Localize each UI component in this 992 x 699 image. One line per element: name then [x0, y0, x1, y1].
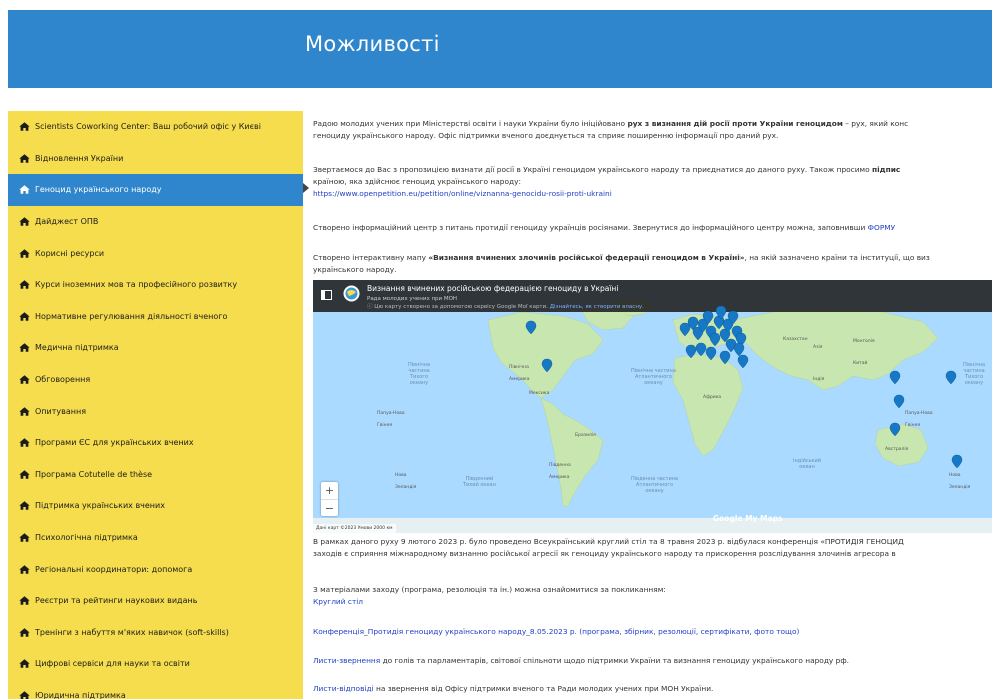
home-icon	[19, 375, 30, 384]
home-icon	[19, 312, 30, 321]
map-footer: Дані карт ©2023 Умови 2000 км	[313, 524, 396, 533]
sidebar-item-label: Тренінги з набуття м'яких навичок (soft-…	[35, 627, 229, 637]
home-icon	[19, 217, 30, 226]
home-icon	[19, 406, 30, 416]
letters-paragraph: Листи-звернення до голів та парламентарі…	[313, 656, 850, 665]
home-icon	[19, 185, 30, 195]
sidebar-item-label: Реєстри та рейтинги наукових видань	[35, 596, 198, 606]
sidebar-item[interactable]: Юридична підтримка	[8, 680, 303, 699]
sidebar-item-label: Scientists Coworking Center: Ваш робочий…	[35, 122, 261, 132]
sidebar-item[interactable]: Корисні ресурси	[8, 237, 303, 269]
events-paragraph-line1: В рамках даного руху 9 лютого 2023 р. бу…	[313, 537, 904, 546]
sidebar-item-label: Геноцид українського народу	[35, 185, 162, 195]
sidebar-item-label: Обговорення	[35, 375, 91, 385]
info-center-paragraph: Створено інформаційний центр з питань пр…	[313, 223, 896, 232]
map-intro-line1: Створено інтерактивну мапу «Визнання вчи…	[313, 253, 930, 262]
sidebar-item[interactable]: Реєстри та рейтинги наукових видань	[8, 585, 303, 617]
sidebar-item[interactable]: Психологічна підтримка	[8, 522, 303, 554]
sidebar-item[interactable]: Цифрові сервіси для науки та освіти	[8, 648, 303, 680]
sidebar-item[interactable]: Підтримка українських вчених	[8, 490, 303, 522]
home-icon	[19, 122, 30, 131]
sidebar-item[interactable]: Геноцид українського народу	[8, 174, 303, 206]
zoom-in-button[interactable]: +	[321, 482, 338, 500]
home-icon	[19, 628, 30, 637]
map-pins-layer	[525, 305, 963, 469]
sidebar-item-label: Дайджест ОПВ	[35, 217, 99, 227]
zoom-out-button[interactable]: −	[321, 500, 338, 517]
page-banner: Можливості	[8, 10, 992, 88]
map-pins	[525, 305, 963, 469]
home-icon	[19, 280, 30, 289]
sidebar-item[interactable]: Scientists Coworking Center: Ваш робочий…	[8, 111, 303, 143]
sidebar-item-label: Нормативне регулювання діяльності вченог…	[35, 311, 228, 321]
home-icon	[19, 470, 30, 479]
letters-link[interactable]: Листи-звернення	[313, 656, 380, 665]
appeal-paragraph-line2: країною, яка здійснює геноцид українсько…	[313, 177, 521, 186]
intro-paragraph-line2: геноциду українського народу. Офіс підтр…	[313, 131, 779, 140]
sidebar-item[interactable]: Тренінги з набуття м'яких навичок (soft-…	[8, 617, 303, 649]
home-icon	[19, 596, 30, 605]
sidebar-item-label: Регіональні координатори: допомога	[35, 564, 193, 574]
sidebar-item-label: Психологічна підтримка	[35, 533, 138, 543]
sidebar-item-label: Медична підтримка	[35, 343, 119, 353]
sidebar-nav: Scientists Coworking Center: Ваш робочий…	[8, 111, 303, 699]
appeal-paragraph-line1: Звертаємося до Вас з пропозицією визнати…	[313, 165, 901, 174]
sidebar-item[interactable]: Регіональні координатори: допомога	[8, 553, 303, 585]
map-zoom-control: + −	[321, 482, 338, 516]
sidebar-item-label: Цифрові сервіси для науки та освіти	[35, 659, 190, 669]
events-paragraph-line2: заходів є сприяння міжнародному визнанню…	[313, 549, 896, 558]
map-brand-logo: Google My Maps	[713, 514, 783, 523]
form-link[interactable]: ФОРМУ	[868, 223, 896, 232]
sidebar-item[interactable]: Опитування	[8, 395, 303, 427]
home-icon	[19, 501, 30, 511]
sidebar-item[interactable]: Медична підтримка	[8, 332, 303, 364]
sidebar-item-label: Курси іноземних мов та професійного розв…	[35, 280, 238, 290]
sidebar-item[interactable]: Курси іноземних мов та професійного розв…	[8, 269, 303, 301]
page-title: Можливості	[305, 32, 440, 56]
home-icon	[19, 154, 30, 163]
active-item-pointer	[303, 183, 309, 193]
sidebar-item-label: Програма Cotutelle de thèse	[35, 469, 153, 479]
round-table-link[interactable]: Круглий стіл	[313, 597, 363, 606]
sidebar-item[interactable]: Обговорення	[8, 364, 303, 396]
main-content: Радою молодих учених при Міністерстві ос…	[313, 118, 992, 699]
conference-link[interactable]: Конференція_Протидія геноциду українсько…	[313, 627, 799, 636]
sidebar-item-label: Юридична підтримка	[35, 690, 126, 699]
petition-link[interactable]: https://www.openpetition.eu/petition/onl…	[313, 189, 612, 198]
sidebar-item[interactable]: Програми ЄС для українських вчених	[8, 427, 303, 459]
sidebar-item[interactable]: Програма Cotutelle de thèse	[8, 459, 303, 491]
home-icon	[19, 659, 30, 669]
home-icon	[19, 248, 30, 258]
replies-paragraph: Листи-відповіді на звернення від Офісу п…	[313, 684, 714, 693]
materials-paragraph: З матеріалами заходу (програма, резолюці…	[313, 585, 666, 594]
map-intro-line2: українського народу.	[313, 265, 397, 274]
home-icon	[19, 533, 30, 542]
home-icon	[19, 438, 30, 447]
sidebar-item-label: Підтримка українських вчених	[35, 501, 165, 511]
sidebar-item-label: Програми ЄС для українських вчених	[35, 438, 194, 448]
home-icon	[19, 691, 30, 699]
sidebar-item[interactable]: Дайджест ОПВ	[8, 206, 303, 238]
home-icon	[19, 564, 30, 574]
sidebar-item-label: Опитування	[35, 406, 87, 416]
sidebar-item[interactable]: Нормативне регулювання діяльності вченог…	[8, 301, 303, 333]
sidebar-item-label: Корисні ресурси	[35, 248, 105, 258]
intro-paragraph-line1: Радою молодих учених при Міністерстві ос…	[313, 119, 909, 128]
home-icon	[19, 343, 30, 353]
sidebar-item[interactable]: Відновлення України	[8, 143, 303, 175]
sidebar-item-label: Відновлення України	[35, 153, 124, 163]
replies-link[interactable]: Листи-відповіді	[313, 684, 374, 693]
embedded-map[interactable]: Визнання вчинених російською федерацією …	[313, 280, 992, 533]
